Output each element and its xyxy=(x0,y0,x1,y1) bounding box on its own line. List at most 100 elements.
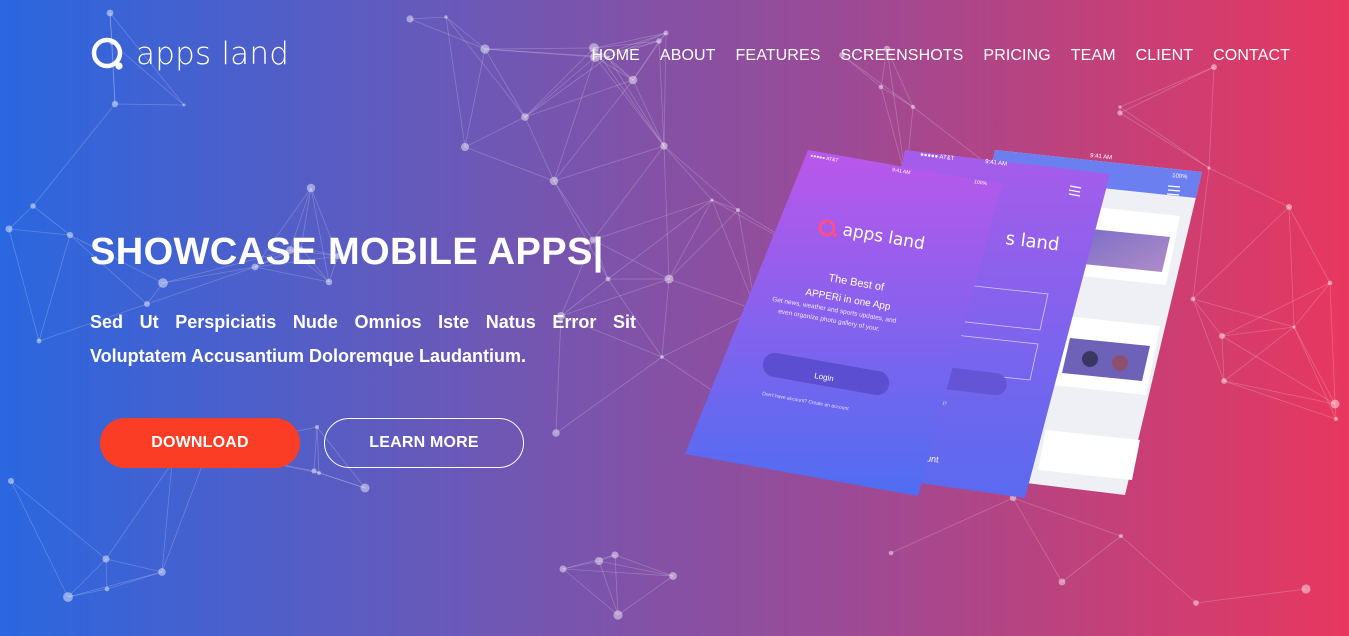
nav-contact[interactable]: CONTACT xyxy=(1203,46,1290,66)
nav-pricing[interactable]: PRICING xyxy=(973,46,1060,66)
network-link xyxy=(562,560,600,570)
network-link xyxy=(1329,282,1336,405)
network-node xyxy=(406,15,414,23)
network-node xyxy=(1117,110,1123,116)
nav-client[interactable]: CLIENT xyxy=(1126,46,1204,66)
network-link xyxy=(1221,282,1331,337)
network-node xyxy=(611,551,619,559)
person-avatar-icon xyxy=(1082,351,1098,367)
network-link xyxy=(1195,588,1307,604)
network-node xyxy=(104,586,110,592)
network-node xyxy=(559,565,567,573)
network-link xyxy=(524,79,634,118)
network-link xyxy=(1288,206,1331,284)
network-node xyxy=(317,471,321,475)
nav-screenshots[interactable]: SCREENSHOTS xyxy=(831,46,974,66)
hero-subtitle: Sed Ut Perspiciatis Nude Omnios Iste Nat… xyxy=(90,312,636,366)
network-link xyxy=(617,575,674,616)
network-node xyxy=(1285,203,1293,211)
network-node xyxy=(30,203,36,209)
network-link xyxy=(553,56,596,182)
network-link xyxy=(10,480,107,560)
network-link xyxy=(1223,380,1336,405)
network-link xyxy=(553,79,634,182)
network-link xyxy=(1293,282,1331,328)
network-link xyxy=(8,228,71,236)
network-node xyxy=(102,555,110,563)
network-link xyxy=(484,48,596,58)
network-link xyxy=(106,571,163,590)
network-link xyxy=(1120,535,1197,604)
feed-status-time: 9:41 AM xyxy=(1090,153,1113,161)
network-node xyxy=(1118,105,1122,109)
network-node xyxy=(111,100,119,108)
network-link xyxy=(1119,66,1215,114)
network-node xyxy=(36,338,42,344)
network-node xyxy=(660,355,664,359)
brand-name: apps land xyxy=(136,35,290,72)
nav-about[interactable]: ABOUT xyxy=(650,46,726,66)
network-link xyxy=(38,234,71,342)
network-link xyxy=(316,426,320,474)
nav-home[interactable]: HOME xyxy=(582,46,650,66)
network-node xyxy=(552,429,560,437)
network-link xyxy=(464,48,486,148)
network-link xyxy=(1293,326,1337,420)
network-node xyxy=(1221,378,1227,384)
network-node xyxy=(444,15,448,19)
network-link xyxy=(445,16,486,50)
network-link xyxy=(1119,66,1215,108)
network-node xyxy=(613,610,623,620)
network-node xyxy=(1301,584,1311,594)
network-link xyxy=(105,558,108,590)
network-node xyxy=(480,44,490,54)
network-link xyxy=(1223,380,1337,420)
network-node xyxy=(158,568,166,576)
network-link xyxy=(594,56,665,147)
person-avatar-icon xyxy=(1112,355,1128,371)
network-node xyxy=(656,38,662,44)
brand-logo[interactable]: apps land xyxy=(90,34,289,74)
network-node xyxy=(1330,399,1340,409)
network-link xyxy=(161,449,209,573)
network-link xyxy=(409,18,486,50)
network-link xyxy=(32,205,71,236)
network-link xyxy=(8,228,40,342)
network-node xyxy=(1193,600,1199,606)
network-link xyxy=(524,56,609,118)
network-node xyxy=(878,84,884,90)
network-link xyxy=(10,480,69,598)
network-node xyxy=(1058,578,1066,586)
network-link xyxy=(1293,326,1336,405)
network-node xyxy=(314,424,320,430)
network-node xyxy=(669,572,677,580)
network-link xyxy=(105,462,173,560)
network-link xyxy=(484,48,526,118)
download-button[interactable]: DOWNLOAD xyxy=(100,418,300,468)
network-node xyxy=(66,231,74,239)
network-node xyxy=(1333,416,1339,422)
network-node xyxy=(460,142,470,152)
network-node xyxy=(1292,325,1296,329)
network-link xyxy=(1288,206,1295,328)
nav-features[interactable]: FEATURES xyxy=(726,46,831,66)
network-node xyxy=(306,183,316,193)
network-node xyxy=(311,468,317,474)
network-node xyxy=(360,483,370,493)
network-link xyxy=(445,16,526,118)
network-link xyxy=(1208,167,1290,208)
network-link xyxy=(8,205,34,230)
network-node xyxy=(7,477,15,485)
network-link xyxy=(661,278,670,358)
network-node xyxy=(549,176,559,186)
learn-more-button[interactable]: LEARN MORE xyxy=(324,418,524,468)
network-link xyxy=(114,103,185,106)
network-link xyxy=(67,571,163,598)
network-node xyxy=(325,278,333,286)
network-node xyxy=(63,592,73,602)
nav-team[interactable]: TEAM xyxy=(1061,46,1126,66)
network-node xyxy=(5,225,13,233)
hero-title: SHOWCASE MOBILE APPS| xyxy=(90,231,604,273)
network-link xyxy=(524,56,596,118)
network-link xyxy=(1221,335,1225,382)
